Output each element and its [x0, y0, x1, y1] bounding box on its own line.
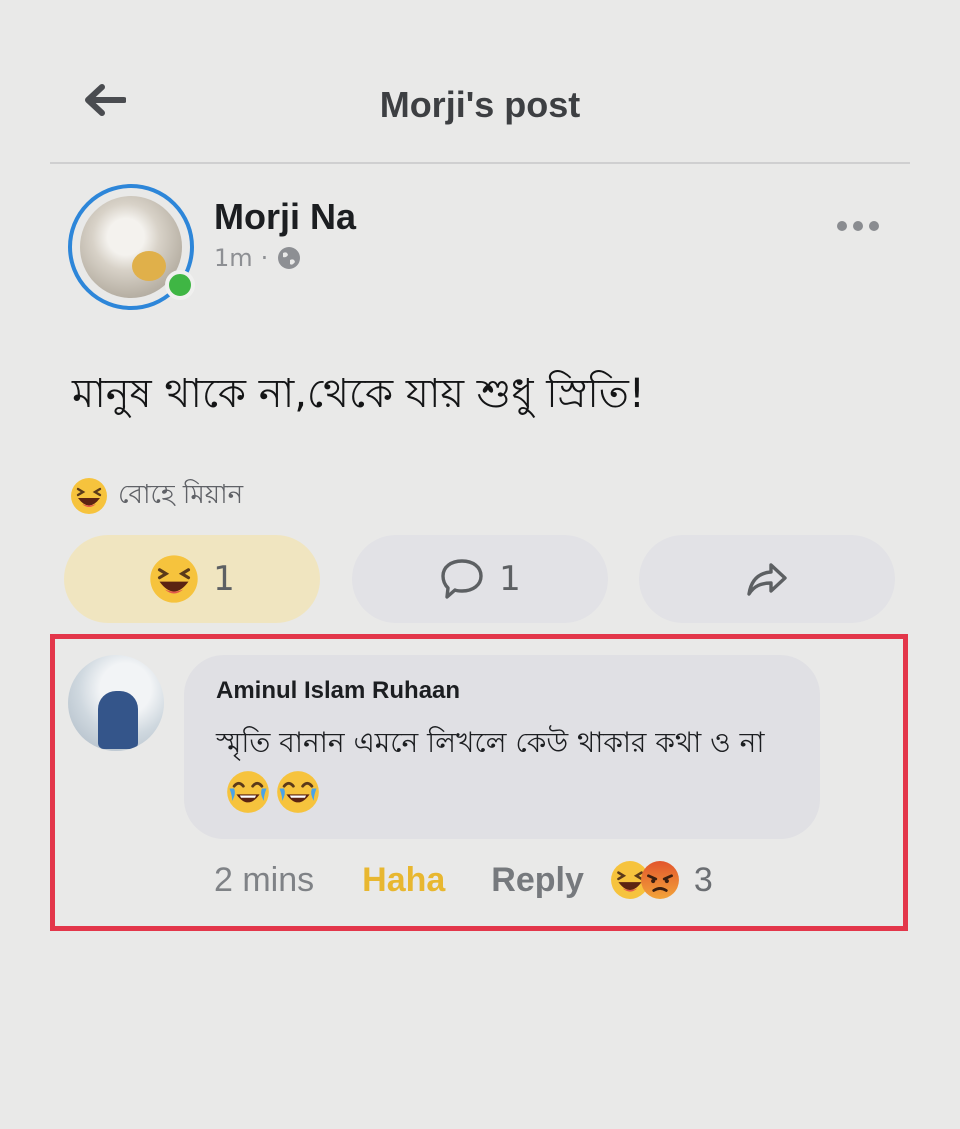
comment-emoji-group [226, 770, 320, 814]
commenter-name[interactable]: Aminul Islam Ruhaan [216, 677, 460, 705]
comment-reaction-count: 3 [693, 860, 713, 899]
reaction-count: 1 [213, 559, 235, 599]
comment-icon [441, 559, 483, 599]
comment-time[interactable]: 2 mins [214, 861, 314, 900]
post-actions: 1 1 [64, 535, 896, 623]
joy-emoji-icon [227, 771, 269, 813]
commenter-avatar[interactable] [68, 655, 164, 751]
reactions-summary[interactable]: বোহে মিয়ান [70, 474, 243, 518]
reactor-name: বোহে মিয়ান [118, 480, 244, 510]
comment-footer: 2 mins Haha Reply 3 [214, 860, 713, 900]
reply-button[interactable]: Reply [491, 861, 584, 900]
comment-reactions[interactable]: 3 [610, 860, 713, 900]
comment-button[interactable]: 1 [352, 535, 608, 623]
angry-emoji-icon [640, 861, 679, 899]
haha-reaction-button[interactable]: Haha [362, 861, 445, 900]
post-time: 1m [214, 244, 253, 272]
comment-bubble[interactable]: Aminul Islam Ruhaan স্মৃতি বানান এমনে লি… [184, 655, 820, 839]
joy-emoji-icon [277, 771, 319, 813]
react-button[interactable]: 1 [64, 535, 320, 623]
more-options-button[interactable] [828, 214, 888, 238]
online-status-dot [165, 270, 195, 300]
comment-text: স্মৃতি বানান এমনে লিখলে কেউ থাকার কথা ও … [216, 719, 796, 815]
more-dot [853, 221, 863, 231]
haha-emoji-icon [150, 555, 198, 603]
haha-emoji-icon [71, 478, 107, 514]
post-meta: 1m · [214, 244, 302, 272]
globe-icon [278, 247, 301, 269]
meta-separator: · [260, 244, 269, 272]
author-name[interactable]: Morji Na [214, 196, 356, 238]
post-author: Morji Na 1m · [68, 184, 908, 314]
more-dot [837, 221, 847, 231]
page-title: Morji's post [379, 84, 581, 125]
post-header: Morji's post [50, 60, 910, 164]
more-dot [869, 221, 879, 231]
comment-body: স্মৃতি বানান এমনে লিখলে কেউ থাকার কথা ও … [216, 726, 765, 759]
comment-count: 1 [499, 559, 521, 599]
share-icon [747, 563, 787, 596]
post-text: মানুষ থাকে না,থেকে যায় শুধু স্রিতি! [72, 371, 645, 417]
share-button[interactable] [639, 535, 895, 623]
